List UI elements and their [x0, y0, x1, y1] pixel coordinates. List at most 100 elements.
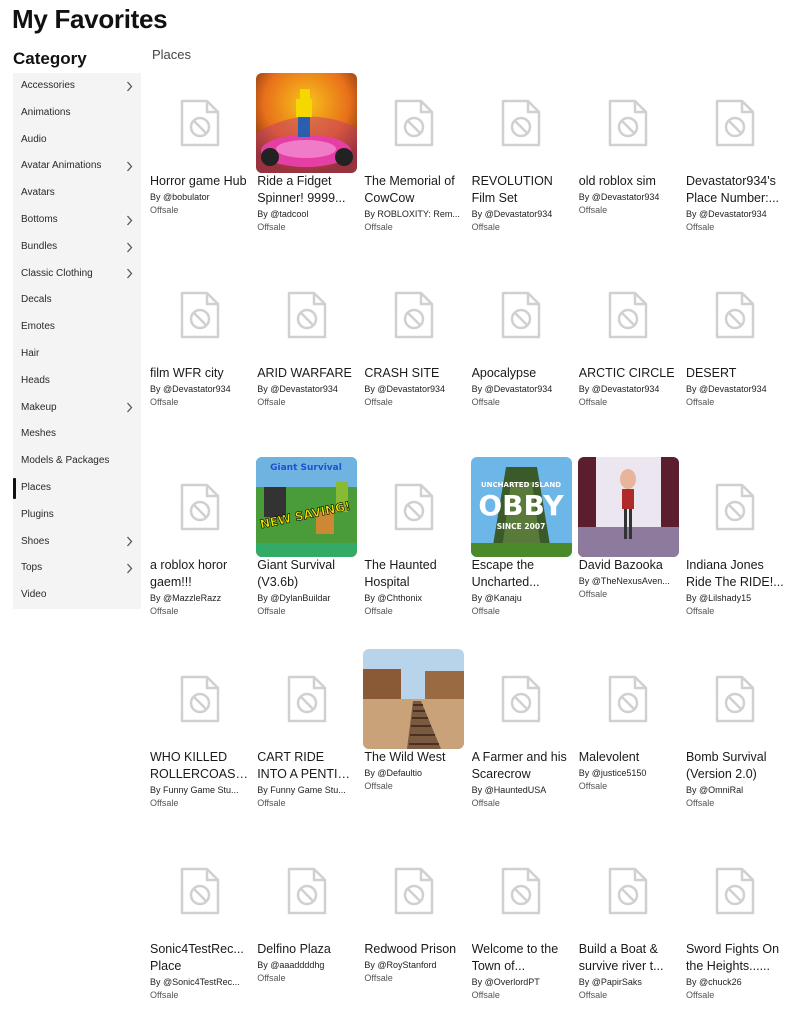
sidebar-item-emotes[interactable]: Emotes [13, 314, 141, 341]
creator-link[interactable]: Funny Game Stu... [270, 785, 346, 795]
creator-link[interactable]: @Kanaju [485, 593, 522, 603]
creator-link[interactable]: @MazzleRazz [163, 593, 221, 603]
sidebar-item-heads[interactable]: Heads [13, 368, 141, 395]
placeholder-thumbnail-icon[interactable] [684, 265, 786, 365]
placeholder-thumbnail-icon[interactable] [149, 457, 250, 557]
place-name[interactable]: Welcome to the Town of... [472, 941, 572, 975]
place-name[interactable]: Escape the Uncharted... [472, 557, 572, 591]
creator-link[interactable]: Funny Game Stu... [163, 785, 239, 795]
place-tile[interactable]: old roblox sim By @Devastator934 Offsale [577, 73, 679, 265]
placeholder-thumbnail-icon[interactable] [149, 265, 250, 365]
creator-link[interactable]: ROBLOXITY: Rem... [377, 209, 460, 219]
place-tile[interactable]: The Haunted Hospital By @Chthonix Offsale [363, 457, 465, 649]
placeholder-thumbnail-icon[interactable] [470, 649, 572, 749]
place-tile[interactable]: Build a Boat & survive river t... By @Pap… [577, 841, 679, 1011]
creator-link[interactable]: @justice5150 [592, 768, 647, 778]
place-tile[interactable]: Devastator934's Place Number:... By @Deva… [684, 73, 786, 265]
place-name[interactable]: The Memorial of CowCow [364, 173, 464, 207]
place-name[interactable]: Redwood Prison [364, 941, 464, 958]
place-tile[interactable]: David Bazooka By @TheNexusAven... Offsale [577, 457, 679, 649]
creator-link[interactable]: @tadcool [270, 209, 308, 219]
sidebar-item-accessories[interactable]: Accessories [13, 73, 141, 100]
sidebar-item-hair[interactable]: Hair [13, 341, 141, 368]
place-name[interactable]: Indiana Jones Ride The RIDE!... [686, 557, 786, 591]
place-tile[interactable]: Apocalypse By @Devastator934 Offsale [470, 265, 572, 457]
place-tile[interactable]: CART RIDE INTO A PENTIUM 4...By Funny Ga… [256, 649, 358, 841]
sidebar-item-bundles[interactable]: Bundles [13, 234, 141, 261]
sidebar-item-avatar-animations[interactable]: Avatar Animations [13, 153, 141, 180]
creator-link[interactable]: @DylanBuildar [270, 593, 330, 603]
placeholder-thumbnail-icon[interactable] [577, 265, 679, 365]
place-tile[interactable]: CRASH SITE By @Devastator934 Offsale [363, 265, 465, 457]
place-name[interactable]: The Haunted Hospital [364, 557, 464, 591]
place-thumbnail[interactable]: Giant Survival NEW SAVING! [256, 457, 358, 557]
creator-link[interactable]: @chuck26 [699, 977, 742, 987]
creator-link[interactable]: @Defaultio [377, 768, 422, 778]
creator-link[interactable]: @OmniRal [699, 785, 743, 795]
sidebar-item-tops[interactable]: Tops [13, 555, 141, 582]
place-name[interactable]: a roblox horor gaem!!! [150, 557, 250, 591]
placeholder-thumbnail-icon[interactable] [684, 649, 786, 749]
place-name[interactable]: Build a Boat & survive river t... [579, 941, 679, 975]
creator-link[interactable]: @Devastator934 [485, 209, 553, 219]
placeholder-thumbnail-icon[interactable] [363, 73, 465, 173]
place-name[interactable]: Devastator934's Place Number:... [686, 173, 786, 207]
place-name[interactable]: Delfino Plaza [257, 941, 357, 958]
place-tile[interactable]: ARID WARFARE By @Devastator934 Offsale [256, 265, 358, 457]
place-tile[interactable]: Sonic4TestRec... Place By @Sonic4TestRec.… [149, 841, 250, 1011]
place-tile[interactable]: ARCTIC CIRCLE By @Devastator934 Offsale [577, 265, 679, 457]
place-name[interactable]: WHO KILLED ROLLERCOAST... [150, 749, 250, 783]
place-tile[interactable]: Welcome to the Town of... By @OverlordPT O… [470, 841, 572, 1011]
place-name[interactable]: DESERT [686, 365, 786, 382]
placeholder-thumbnail-icon[interactable] [684, 457, 786, 557]
place-tile[interactable]: The Memorial of CowCow By ROBLOXITY: Rem.… [363, 73, 465, 265]
place-name[interactable]: CART RIDE INTO A PENTIUM 4... [257, 749, 357, 783]
place-name[interactable]: David Bazooka [579, 557, 679, 574]
sidebar-item-models-packages[interactable]: Models & Packages [13, 448, 141, 475]
place-tile[interactable]: DESERT By @Devastator934 Offsale [684, 265, 786, 457]
sidebar-item-audio[interactable]: Audio [13, 127, 141, 154]
place-name[interactable]: Apocalypse [472, 365, 572, 382]
placeholder-thumbnail-icon[interactable] [363, 457, 465, 557]
place-thumbnail[interactable]: UNCHARTED ISLAND OBBY SINCE 2007 [470, 457, 572, 557]
place-tile[interactable]: film WFR city By @Devastator934 Offsale [149, 265, 250, 457]
creator-link[interactable]: @Devastator934 [592, 384, 660, 394]
placeholder-thumbnail-icon[interactable] [363, 265, 465, 365]
placeholder-thumbnail-icon[interactable] [363, 841, 465, 941]
placeholder-thumbnail-icon[interactable] [256, 649, 358, 749]
place-thumbnail[interactable] [256, 73, 358, 173]
placeholder-thumbnail-icon[interactable] [684, 841, 786, 941]
place-name[interactable]: Giant Survival (V3.6b) [257, 557, 357, 591]
sidebar-item-makeup[interactable]: Makeup [13, 395, 141, 422]
sidebar-item-shoes[interactable]: Shoes [13, 529, 141, 556]
place-tile[interactable]: WHO KILLED ROLLERCOAST...By Funny Game S… [149, 649, 250, 841]
place-name[interactable]: Horror game Hub [150, 173, 250, 190]
place-tile[interactable]: Indiana Jones Ride The RIDE!... By @Lilsh… [684, 457, 786, 649]
creator-link[interactable]: @Devastator934 [163, 384, 231, 394]
creator-link[interactable]: @Devastator934 [699, 209, 767, 219]
placeholder-thumbnail-icon[interactable] [684, 73, 786, 173]
place-name[interactable]: REVOLUTION Film Set [472, 173, 572, 207]
placeholder-thumbnail-icon[interactable] [149, 841, 250, 941]
place-name[interactable]: ARCTIC CIRCLE [579, 365, 679, 382]
creator-link[interactable]: @HauntedUSA [485, 785, 547, 795]
creator-link[interactable]: @Chthonix [377, 593, 422, 603]
sidebar-item-animations[interactable]: Animations [13, 100, 141, 127]
creator-link[interactable]: @Sonic4TestRec... [163, 977, 240, 987]
creator-link[interactable]: @TheNexusAven... [592, 576, 670, 586]
place-name[interactable]: Bomb Survival (Version 2.0) [686, 749, 786, 783]
sidebar-item-meshes[interactable]: Meshes [13, 421, 141, 448]
placeholder-thumbnail-icon[interactable] [149, 649, 250, 749]
creator-link[interactable]: @bobulator [163, 192, 210, 202]
place-tile[interactable]: a roblox horor gaem!!! By @MazzleRazz Offs… [149, 457, 250, 649]
placeholder-thumbnail-icon[interactable] [470, 841, 572, 941]
place-tile[interactable]: REVOLUTION Film Set By @Devastator934 Offs… [470, 73, 572, 265]
place-tile[interactable]: The Wild West By @Defaultio Offsale [363, 649, 465, 841]
place-thumbnail[interactable] [363, 649, 465, 749]
placeholder-thumbnail-icon[interactable] [256, 841, 358, 941]
creator-link[interactable]: @OverlordPT [485, 977, 540, 987]
place-name[interactable]: CRASH SITE [364, 365, 464, 382]
place-name[interactable]: ARID WARFARE [257, 365, 357, 382]
place-name[interactable]: Malevolent [579, 749, 679, 766]
placeholder-thumbnail-icon[interactable] [256, 265, 358, 365]
